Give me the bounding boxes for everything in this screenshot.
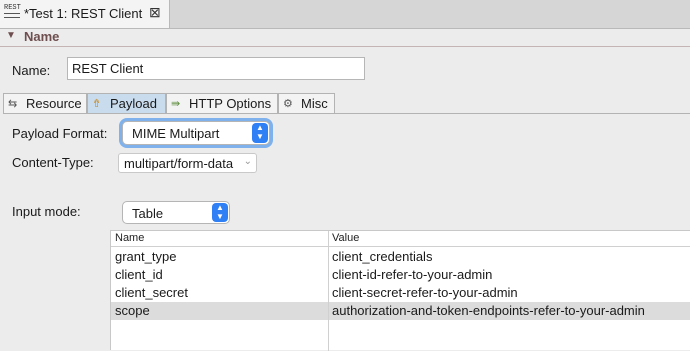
tab-label: Payload [110,96,157,111]
content-type-combo[interactable]: multipart/form-data ⌄ [118,153,257,173]
tab-misc[interactable]: ⚙ Misc [278,93,335,113]
chevron-down-icon[interactable]: ▼ [6,30,16,41]
http-options-icon: ⇛ [171,98,181,110]
row-value[interactable]: client_credentials [332,249,432,264]
input-mode-label: Input mode: [12,204,81,219]
payload-format-select[interactable]: MIME Multipart ▲ ▼ [122,121,270,145]
tab-http-options[interactable]: ⇛ HTTP Options [166,93,278,113]
content-type-value: multipart/form-data [124,156,234,171]
payload-format-label: Payload Format: [12,126,108,141]
row-name[interactable]: grant_type [115,249,176,264]
tab-payload[interactable]: ⇮ Payload [87,93,166,113]
select-arrows-icon: ▲ ▼ [212,203,228,222]
editor-tab-title: *Test 1: REST Client [24,6,143,21]
row-name[interactable]: scope [115,303,150,318]
row-value[interactable]: client-id-refer-to-your-admin [332,267,492,282]
name-input[interactable]: REST Client [67,57,365,80]
tab-label: HTTP Options [189,96,272,111]
rest-client-icon: REST [4,4,21,20]
table-row[interactable]: grant_type client_credentials [111,248,690,266]
column-divider[interactable] [328,231,329,351]
select-arrows-icon: ▲ ▼ [252,123,268,143]
row-name[interactable]: client_id [115,267,163,282]
input-mode-select[interactable]: Table ▲ ▼ [122,201,230,224]
row-name[interactable]: client_secret [115,285,188,300]
rest-icon-text: REST [4,4,21,12]
content-type-label: Content-Type: [12,155,94,170]
name-section-header[interactable]: ▼ Name [0,29,690,47]
input-mode-value: Table [132,206,164,221]
section-divider [0,46,690,47]
editor-page-tabs: ⇆ Resource ⇮ Payload ⇛ HTTP Options ⚙ Mi… [3,93,690,114]
close-icon[interactable]: ⊠ [149,4,161,21]
name-label: Name: [12,63,51,78]
payload-table[interactable]: Name Value grant_type client_credentials… [110,230,690,351]
payload-icon: ⇮ [92,98,102,110]
column-header-name[interactable]: Name [115,232,144,244]
column-header-value[interactable]: Value [332,232,359,244]
row-value[interactable]: authorization-and-token-endpoints-refer-… [332,303,645,318]
editor-tab-bar: REST *Test 1: REST Client ⊠ [0,0,690,29]
table-row-selected[interactable]: scope authorization-and-token-endpoints-… [111,302,690,320]
tab-label: Resource [26,96,82,111]
tab-label: Misc [301,96,328,111]
table-header: Name Value [111,231,690,247]
row-value[interactable]: client-secret-refer-to-your-admin [332,285,518,300]
tab-resource[interactable]: ⇆ Resource [3,93,87,113]
misc-icon: ⚙ [283,98,293,110]
payload-format-value: MIME Multipart [132,126,220,141]
table-row[interactable]: client_id client-id-refer-to-your-admin [111,266,690,284]
resource-icon: ⇆ [8,98,18,110]
section-title: Name [24,29,60,44]
table-row[interactable]: client_secret client-secret-refer-to-you… [111,284,690,302]
chevron-down-icon: ⌄ [243,156,252,167]
editor-tab[interactable]: REST *Test 1: REST Client ⊠ [0,0,170,28]
